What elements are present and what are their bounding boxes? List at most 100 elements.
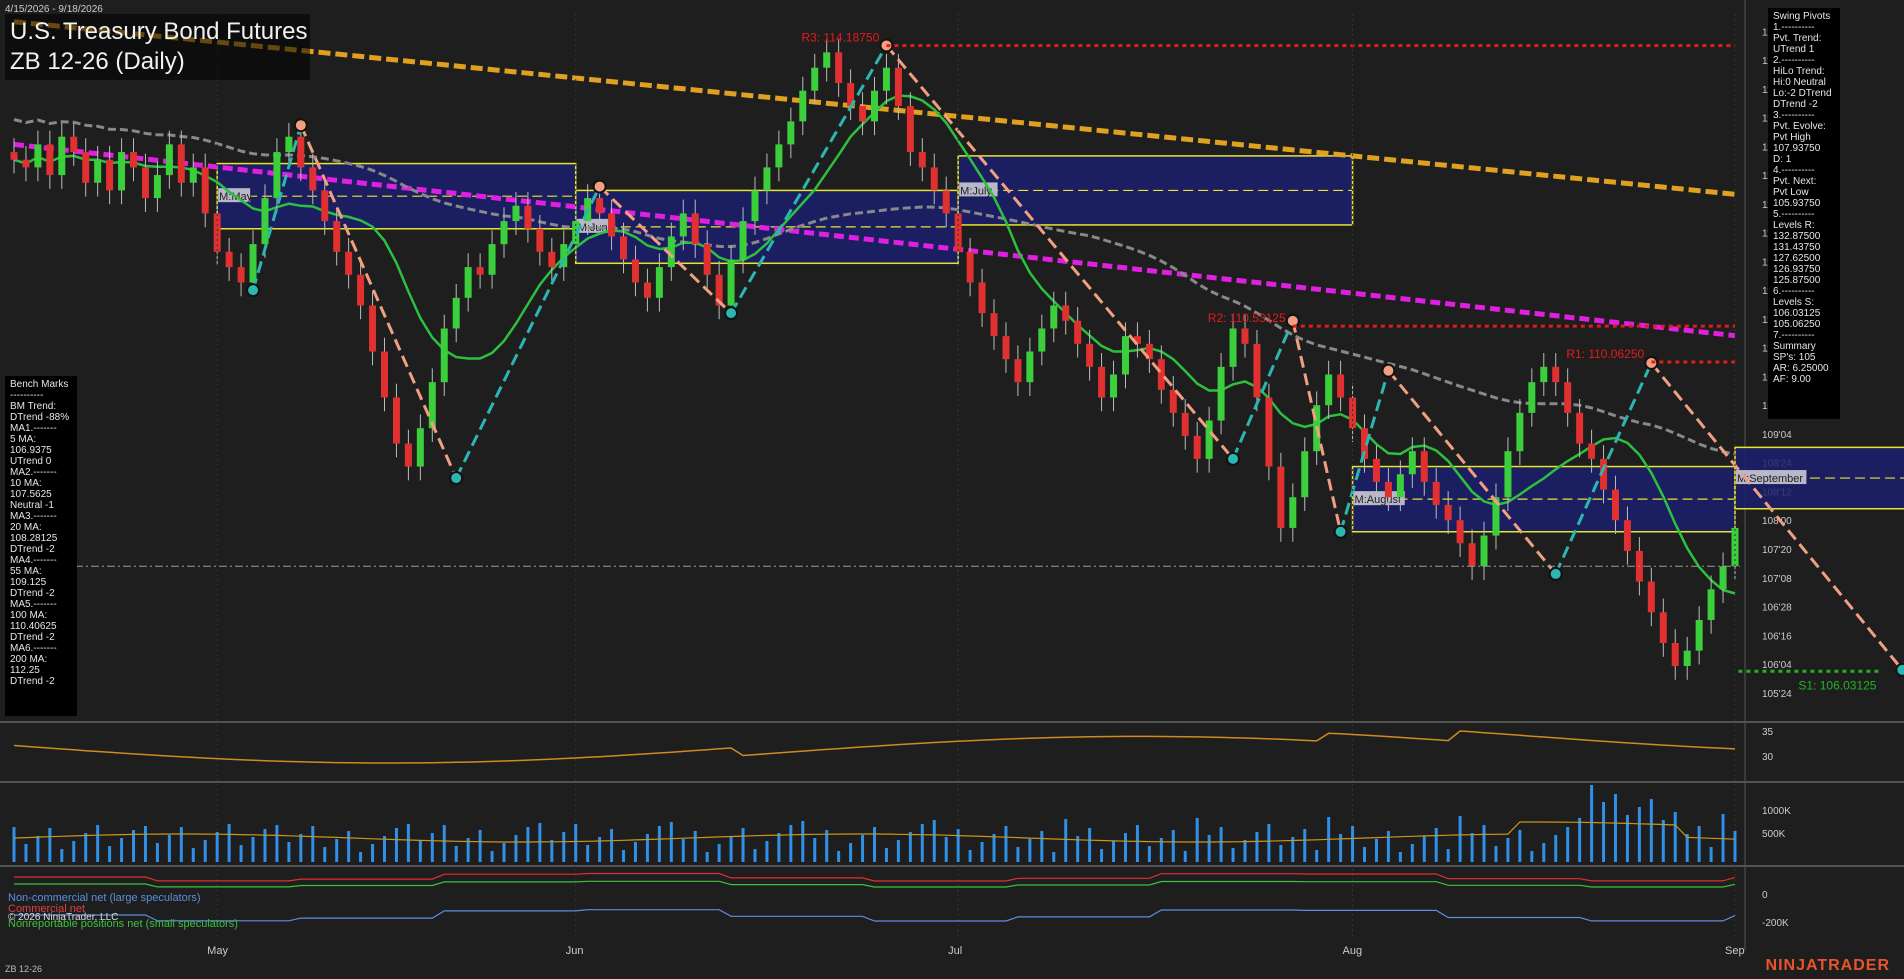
volume-bar <box>789 825 793 862</box>
volume-bar <box>693 831 697 862</box>
candle-body <box>703 244 711 275</box>
candle-body <box>237 267 245 283</box>
volume-bar <box>96 825 100 862</box>
candle-body <box>1277 466 1285 528</box>
volume-bar <box>1482 825 1486 862</box>
swing-pivots-line: Pvt High <box>1773 132 1811 143</box>
candle-body <box>82 152 90 183</box>
candle-body <box>608 213 616 237</box>
volume-bar <box>120 838 124 862</box>
candle-body <box>70 136 78 153</box>
volume-bar <box>1267 824 1271 862</box>
candle-body <box>165 144 173 176</box>
volume-bar <box>84 833 88 862</box>
candle-body <box>488 244 496 275</box>
bench-marks-line: 109.125 <box>10 577 47 588</box>
candle-body <box>321 190 329 222</box>
volume-bar <box>108 846 112 862</box>
bench-marks-line: 55 MA: <box>10 566 42 577</box>
swing-point <box>1895 662 1904 677</box>
volume-bar <box>741 828 745 862</box>
candle-body <box>1707 589 1715 620</box>
volume-bar <box>287 842 291 862</box>
volume-bar <box>227 824 231 862</box>
candle-body <box>1611 489 1619 521</box>
volume-bar <box>1219 827 1223 862</box>
volume-bar <box>956 829 960 862</box>
candle-body <box>345 251 353 275</box>
volume-bar <box>932 820 936 862</box>
volume-bar <box>574 824 578 862</box>
volume-bar <box>1625 815 1629 862</box>
volume-bar <box>406 824 410 862</box>
candle-body <box>1074 320 1082 344</box>
bench-marks-line: 108.28125 <box>10 533 58 544</box>
candle-body <box>428 382 436 429</box>
candle-body <box>1253 343 1261 398</box>
volume-bar <box>514 835 518 862</box>
candle-body <box>118 152 126 191</box>
swing-point <box>724 306 739 321</box>
candle-body <box>1420 451 1428 482</box>
candle-body <box>1647 581 1655 613</box>
volume-bar <box>861 835 865 862</box>
volume-bar <box>1697 826 1701 862</box>
volume-bar <box>1123 833 1127 862</box>
candle-body <box>464 267 472 298</box>
swing-pivots-line: Pvt. Trend: <box>1773 33 1822 44</box>
volume-bar <box>1709 847 1713 862</box>
candle-body <box>1695 619 1703 651</box>
candle-body <box>1432 481 1440 505</box>
ninjatrader-logo: NINJATRADER <box>1765 957 1890 974</box>
indicator-tick-label: 35 <box>1762 727 1774 738</box>
volume-bar <box>1434 828 1438 862</box>
swing-point <box>246 283 261 298</box>
volume-bar <box>610 829 614 862</box>
volume-bar <box>1207 835 1211 862</box>
candle-body <box>1038 328 1046 352</box>
volume-bar <box>884 848 888 862</box>
candle-body <box>10 152 18 160</box>
candle-body <box>524 205 532 229</box>
volume-bar <box>1386 831 1390 862</box>
swing-pivots-line: Pvt. Next: <box>1773 176 1817 187</box>
candle-body <box>297 136 305 168</box>
noncommercial-net-line <box>14 909 1736 922</box>
candle-body <box>787 121 795 145</box>
bench-marks-line: DTrend -88% <box>10 412 70 423</box>
swing-pivots-line: Swing Pivots <box>1773 11 1831 22</box>
swing-pivots-line: Lo:-2 DTrend <box>1773 88 1832 99</box>
volume-bar <box>1494 846 1498 862</box>
volume-bar <box>1506 838 1510 862</box>
volume-tick-label: 1000K <box>1762 806 1791 817</box>
candle-body <box>141 167 149 199</box>
volume-bar <box>1530 851 1534 862</box>
volume-bar <box>323 847 327 862</box>
volume-bar <box>299 834 303 862</box>
volume-bar <box>275 825 279 862</box>
volume-bar <box>1279 845 1283 862</box>
candle-body <box>1050 305 1058 329</box>
volume-bar <box>1147 846 1151 862</box>
bench-marks-line: BM Trend: <box>10 401 57 412</box>
swing-pivots-line: UTrend 1 <box>1773 44 1815 55</box>
volume-bar <box>1004 826 1008 862</box>
price-chart[interactable]: 114'12114'00113'20113'08112'28112'16112'… <box>0 0 1904 979</box>
candle-body <box>1265 397 1273 467</box>
bench-marks-line: 5 MA: <box>10 434 37 445</box>
volume-bar <box>705 852 709 862</box>
volume-bar <box>311 826 315 862</box>
volume-bar <box>72 841 76 862</box>
candle-body <box>500 221 508 245</box>
swing-pivots-line: DTrend -2 <box>1773 99 1818 110</box>
volume-bar <box>1470 833 1474 862</box>
candle-body <box>894 67 902 107</box>
swing-pivots-line: 105.93750 <box>1773 198 1821 209</box>
volume-bar <box>1183 851 1187 862</box>
candle-body <box>966 251 974 283</box>
candle-body <box>333 221 341 252</box>
candle-body <box>1241 328 1249 344</box>
candle-body <box>440 328 448 383</box>
volume-bar <box>454 846 458 862</box>
candle-body <box>285 136 293 153</box>
